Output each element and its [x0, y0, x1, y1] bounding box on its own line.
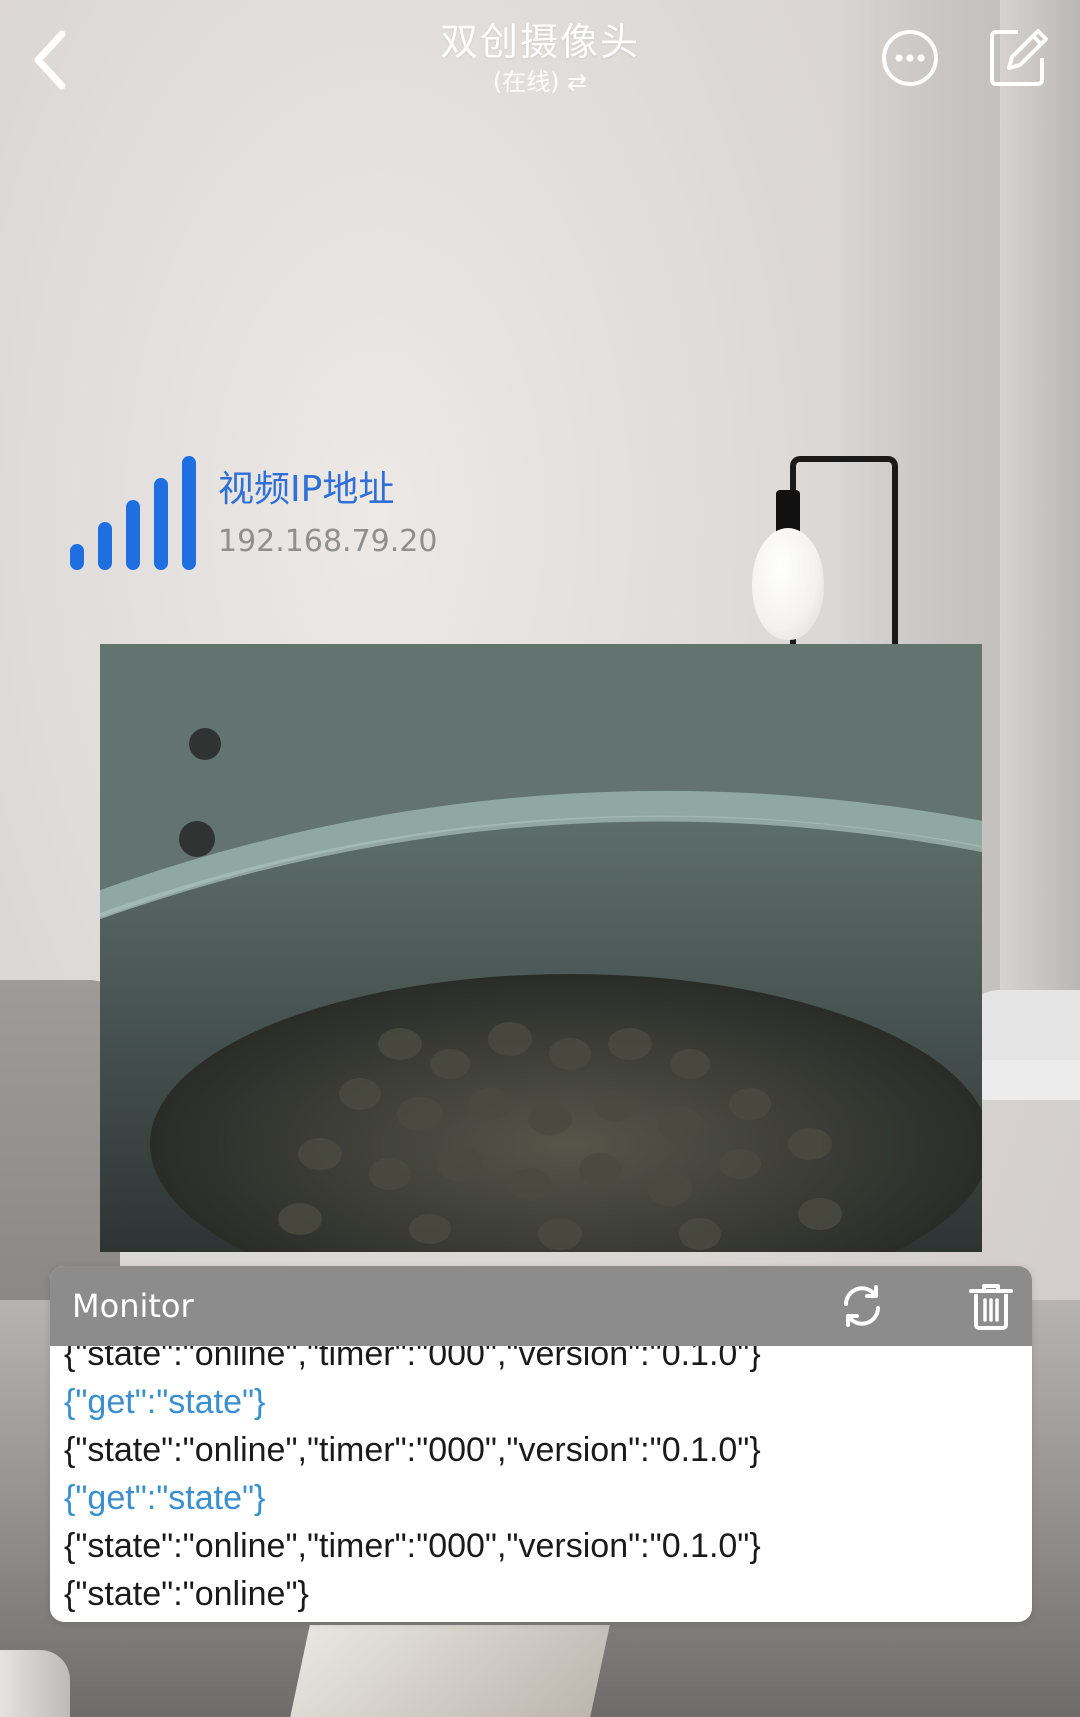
log-line-response: {"state":"online","timer":"000","version… [64, 1527, 761, 1565]
log-lines: {"state":"online","timer":"000","version… [64, 1346, 761, 1618]
log-line-response: {"state":"online","timer":"000","version… [64, 1346, 761, 1373]
signal-strength-icon [70, 456, 196, 570]
log-line-response: {"state":"online","timer":"000","version… [64, 1431, 761, 1469]
monitor-log[interactable]: {"state":"online","timer":"000","version… [50, 1346, 1032, 1622]
background-lamp-bulb [752, 528, 824, 640]
log-line-response: {"state":"online"} [64, 1575, 309, 1613]
chevron-left-icon [34, 30, 66, 90]
monitor-header: Monitor [50, 1266, 1032, 1346]
clear-log-button[interactable] [968, 1282, 1014, 1330]
log-line-request: {"get":"state"} [64, 1383, 266, 1421]
more-horizontal-icon [882, 30, 938, 86]
video-ip-value: 192.168.79.20 [218, 524, 438, 559]
background-table [980, 1060, 1080, 1100]
refresh-button[interactable] [838, 1282, 886, 1330]
edit-icon [990, 29, 1048, 86]
connection-status: (在线) ⇄ [492, 68, 588, 96]
trash-icon [969, 1284, 1013, 1330]
more-button[interactable] [880, 28, 940, 88]
title-block: 双创摄像头 (在线) ⇄ [340, 18, 740, 98]
device-title: 双创摄像头 [439, 20, 640, 64]
monitor-title: Monitor [72, 1287, 194, 1325]
background-cup [0, 1650, 70, 1717]
log-line-request: {"get":"state"} [64, 1479, 266, 1517]
video-frame [100, 644, 982, 1252]
refresh-icon [844, 1285, 880, 1327]
background-wall-shade [1000, 0, 1080, 1000]
background-magazine [290, 1625, 610, 1717]
monitor-panel: Monitor {"state":"online","timer":"000",… [50, 1266, 1032, 1622]
edit-button[interactable] [988, 26, 1050, 88]
back-button[interactable] [18, 22, 82, 98]
top-bar: 双创摄像头 (在线) ⇄ [0, 0, 1080, 120]
camera-video-feed[interactable] [100, 644, 982, 1252]
video-ip-label: 视频IP地址 [218, 469, 395, 510]
